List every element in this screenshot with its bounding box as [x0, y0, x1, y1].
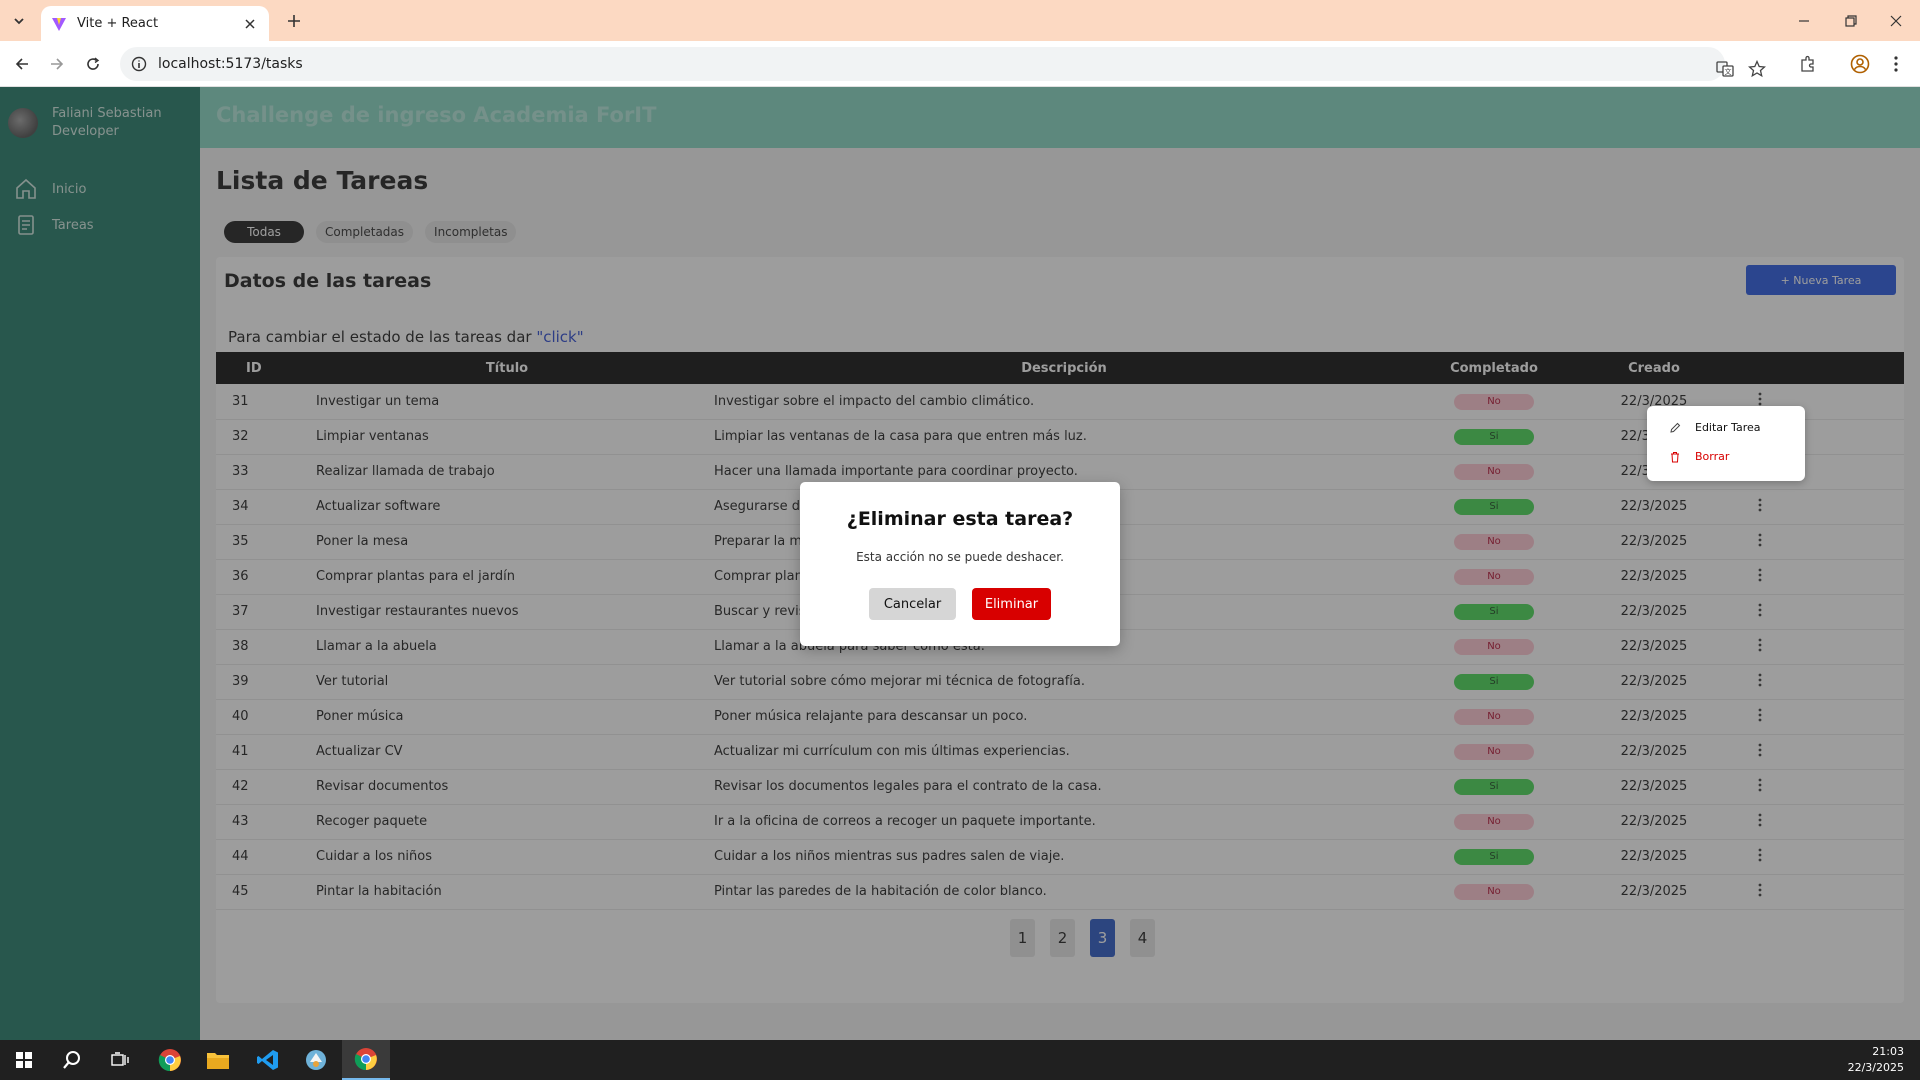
tab-title: Vite + React — [77, 16, 159, 31]
row-context-menu: Editar Tarea Borrar — [1647, 406, 1805, 481]
forward-button[interactable] — [43, 50, 71, 78]
taskbar-search-button[interactable] — [48, 1040, 96, 1080]
browser-toolbar: localhost:5173/tasks 文 — [0, 41, 1920, 87]
delete-confirm-modal: ¿Eliminar esta tarea? Esta acción no se … — [800, 482, 1120, 646]
reload-button[interactable] — [79, 50, 107, 78]
extensions-button[interactable] — [1794, 50, 1822, 78]
minimize-icon — [1799, 20, 1809, 22]
cancel-button[interactable]: Cancelar — [869, 588, 956, 620]
pencil-icon — [1670, 422, 1681, 433]
star-icon — [1748, 60, 1766, 78]
site-info-icon[interactable] — [131, 56, 147, 72]
minimize-button[interactable] — [1791, 8, 1817, 34]
bookmark-button[interactable] — [1744, 56, 1770, 82]
url-text: localhost:5173/tasks — [158, 56, 303, 72]
confirm-delete-button[interactable]: Eliminar — [972, 588, 1051, 620]
taskbar-file-explorer[interactable] — [194, 1040, 242, 1080]
edit-task-label: Editar Tarea — [1695, 421, 1761, 434]
plus-icon — [288, 15, 300, 27]
svg-text:文: 文 — [1725, 67, 1732, 76]
tab-close-button[interactable] — [241, 15, 259, 33]
browser-tab-bar: Vite + React — [0, 0, 1920, 41]
vscode-icon — [257, 1050, 278, 1070]
chevron-down-icon — [14, 18, 24, 25]
back-button[interactable] — [8, 50, 36, 78]
vite-logo-icon — [52, 17, 66, 31]
trash-icon — [1671, 451, 1679, 462]
arrow-left-icon — [15, 58, 28, 70]
chrome-icon — [158, 1049, 181, 1072]
close-icon — [1890, 15, 1902, 27]
modal-message: Esta acción no se puede deshacer. — [856, 550, 1064, 564]
taskbar-app[interactable] — [292, 1040, 340, 1080]
taskbar-chrome-active[interactable] — [342, 1040, 390, 1080]
delete-task-menu-item[interactable]: Borrar — [1669, 450, 1729, 463]
chrome-icon — [354, 1048, 377, 1071]
modal-title: ¿Eliminar esta tarea? — [846, 508, 1074, 530]
arrow-right-icon — [51, 58, 64, 70]
edit-task-menu-item[interactable]: Editar Tarea — [1669, 421, 1761, 434]
app-icon — [306, 1050, 326, 1070]
task-view-icon — [111, 1052, 129, 1066]
more-vertical-icon — [1894, 56, 1898, 72]
translate-icon: 文 — [1716, 61, 1734, 77]
search-icon — [63, 1051, 80, 1069]
profile-button[interactable] — [1846, 50, 1874, 78]
tab-search-button[interactable] — [6, 8, 32, 34]
system-clock[interactable]: 21:03 22/3/2025 — [1848, 1044, 1904, 1076]
close-window-button[interactable] — [1883, 8, 1909, 34]
browser-tab[interactable]: Vite + React — [41, 6, 269, 41]
new-tab-button[interactable] — [282, 9, 306, 33]
taskbar: 21:03 22/3/2025 — [0, 1040, 1920, 1080]
restore-button[interactable] — [1838, 8, 1864, 34]
start-button[interactable] — [0, 1040, 48, 1080]
translate-button[interactable]: 文 — [1712, 56, 1738, 82]
profile-icon — [1850, 54, 1870, 74]
delete-task-label: Borrar — [1695, 450, 1730, 463]
reload-icon — [87, 57, 100, 70]
taskbar-vscode[interactable] — [244, 1040, 292, 1080]
close-icon — [245, 18, 255, 29]
browser-menu-button[interactable] — [1882, 50, 1910, 78]
restore-icon — [1845, 15, 1857, 27]
address-bar[interactable]: localhost:5173/tasks 文 — [120, 47, 1766, 81]
folder-icon — [207, 1053, 229, 1069]
taskbar-chrome[interactable] — [146, 1040, 194, 1080]
clock-time: 21:03 — [1872, 1045, 1904, 1058]
puzzle-icon — [1801, 55, 1814, 72]
clock-date: 22/3/2025 — [1847, 1061, 1904, 1074]
windows-icon — [16, 1052, 32, 1068]
task-view-button[interactable] — [96, 1040, 144, 1080]
